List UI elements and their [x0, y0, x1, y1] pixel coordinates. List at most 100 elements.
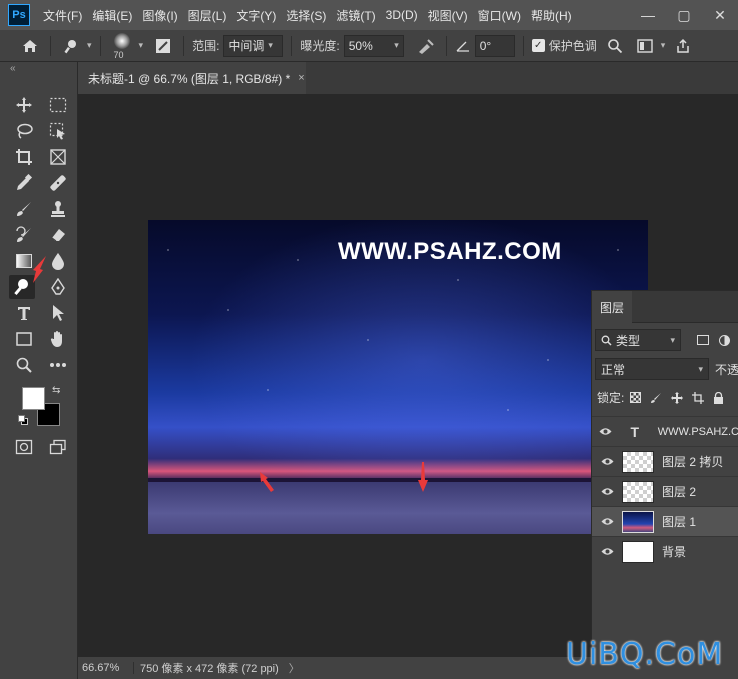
history-brush-tool-icon[interactable] [11, 223, 37, 247]
layer-row-selected[interactable]: 图层 1 [592, 506, 738, 536]
lasso-tool-icon[interactable] [11, 119, 37, 143]
range-value: 中间调 [228, 39, 265, 53]
divider [99, 35, 101, 56]
document-tab[interactable]: 未标题-1 @ 66.7% (图层 1, RGB/8#) * × [78, 62, 306, 94]
maximize-button[interactable]: ▢ [666, 0, 702, 30]
layer-row[interactable]: 图层 2 拷贝 [592, 446, 738, 476]
menu-filter[interactable]: 滤镜(T) [331, 7, 380, 24]
lock-label: 锁定: [597, 391, 625, 405]
default-colors-icon[interactable] [18, 415, 28, 425]
menu-help[interactable]: 帮助(H) [526, 7, 577, 24]
chevron-right-icon[interactable]: 〉 [289, 660, 300, 676]
layer-thumbnail [622, 450, 654, 473]
blend-mode-select[interactable]: 正常 ▾ [595, 358, 709, 380]
layer-name: 背景 [662, 545, 687, 559]
lock-pixels-icon[interactable] [650, 392, 662, 404]
menu-window[interactable]: 窗口(W) [473, 7, 526, 24]
layer-row[interactable]: 图层 2 [592, 476, 738, 506]
more-tools-icon[interactable] [45, 353, 71, 377]
filter-image-icon[interactable] [697, 335, 709, 345]
type-tool-icon[interactable] [11, 301, 37, 325]
lock-row: 锁定: [592, 389, 738, 406]
menu-view[interactable]: 视图(V) [423, 7, 473, 24]
visibility-eye-icon[interactable] [592, 547, 622, 556]
divider [445, 35, 447, 56]
menu-select[interactable]: 选择(S) [281, 7, 331, 24]
chevron-down-icon[interactable]: ▾ [87, 40, 92, 51]
close-button[interactable]: ✕ [702, 0, 738, 30]
collapse-toolbar-button[interactable]: « [0, 62, 77, 78]
range-label: 范围: [192, 39, 220, 53]
divider [50, 35, 51, 56]
exposure-label: 曝光度: [300, 39, 340, 53]
menu-edit[interactable]: 编辑(E) [87, 7, 137, 24]
filter-adjustment-icon[interactable] [719, 334, 730, 346]
brush-size-value: 70 [113, 49, 124, 60]
exposure-input[interactable]: 50% ▾ [343, 34, 404, 57]
eraser-tool-icon[interactable] [45, 223, 71, 247]
menu-layer[interactable]: 图层(L) [183, 7, 232, 24]
foreground-color-swatch[interactable] [22, 387, 45, 410]
visibility-eye-icon[interactable] [592, 427, 620, 436]
brush-tool-icon[interactable] [11, 197, 37, 221]
layer-row[interactable]: 背景 [592, 536, 738, 566]
protect-tones-checkbox[interactable]: ✓ [531, 39, 545, 52]
dodge-tool-preset-icon[interactable] [59, 34, 83, 58]
chevron-down-icon[interactable]: ▾ [661, 40, 666, 51]
rectangle-tool-icon[interactable] [11, 327, 37, 351]
marquee-tool-icon[interactable] [45, 93, 71, 117]
visibility-eye-icon[interactable] [592, 487, 622, 496]
airbrush-icon[interactable] [414, 34, 438, 58]
brush-preset-picker[interactable]: 70 [109, 31, 135, 61]
visibility-eye-icon[interactable] [592, 517, 622, 526]
lock-all-icon[interactable] [713, 391, 724, 404]
layer-row-text[interactable]: T WWW.PSAHZ.C [592, 416, 738, 446]
move-tool-icon[interactable] [11, 93, 37, 117]
object-selection-tool-icon[interactable] [45, 119, 71, 143]
zoom-level[interactable]: 66.67% [78, 662, 134, 674]
crop-tool-icon[interactable] [11, 145, 37, 169]
menu-image[interactable]: 图像(I) [137, 7, 182, 24]
layers-panel-tabs: 图层 [592, 291, 738, 323]
minimize-button[interactable]: — [630, 0, 666, 30]
tab-layers[interactable]: 图层 [592, 291, 632, 323]
menu-bar: Ps 文件(F) 编辑(E) 图像(I) 图层(L) 文字(Y) 选择(S) 滤… [0, 0, 738, 30]
healing-brush-tool-icon[interactable] [45, 171, 71, 195]
angle-icon [455, 34, 471, 58]
layers-panel: 图层 类型 ▾ 正常 ▾ 不透 锁定: T WWW.PSAHZ.C 图层 2 拷… [591, 290, 738, 660]
menu-type[interactable]: 文字(Y) [231, 7, 281, 24]
clone-stamp-tool-icon[interactable] [45, 197, 71, 221]
brush-settings-icon[interactable] [151, 34, 175, 58]
eyedropper-tool-icon[interactable] [11, 171, 37, 195]
share-icon[interactable] [671, 34, 695, 58]
workspace-icon[interactable] [633, 34, 657, 58]
angle-input[interactable]: 0° [474, 34, 515, 57]
menu-file[interactable]: 文件(F) [38, 7, 87, 24]
photoshop-logo: Ps [8, 4, 30, 26]
options-bar: ▾ 70 ▾ 范围: 中间调 ▾ 曝光度: 50% ▾ 0° ✓ 保护色调 ▾ [0, 30, 738, 62]
hand-tool-icon[interactable] [45, 327, 71, 351]
protect-tones-label: 保护色调 [548, 39, 597, 53]
search-icon [601, 335, 612, 346]
chevron-down-icon[interactable]: ▾ [139, 40, 144, 51]
path-selection-tool-icon[interactable] [45, 301, 71, 325]
visibility-eye-icon[interactable] [592, 457, 622, 466]
lock-artboard-icon[interactable] [692, 391, 705, 404]
screen-mode-icon[interactable] [45, 435, 71, 459]
frame-tool-icon[interactable] [45, 145, 71, 169]
swap-colors-icon[interactable]: ⇆ [52, 385, 60, 396]
lock-position-icon[interactable] [671, 391, 684, 404]
filter-kind-value: 类型 [616, 333, 641, 348]
search-icon[interactable] [603, 34, 627, 58]
layer-thumbnail [622, 540, 654, 563]
zoom-tool-icon[interactable] [11, 353, 37, 377]
tools-panel: « ⇆ [0, 62, 78, 679]
filter-kind-select[interactable]: 类型 ▾ [595, 329, 681, 351]
range-select[interactable]: 中间调 ▾ [223, 34, 284, 57]
home-icon[interactable] [18, 34, 42, 58]
lock-transparent-icon[interactable] [630, 392, 642, 403]
menu-3d[interactable]: 3D(D) [381, 8, 423, 22]
quick-mask-icon[interactable] [11, 435, 37, 459]
canvas-image[interactable]: WWW.PSAHZ.COM [148, 220, 648, 534]
close-tab-icon[interactable]: × [298, 72, 304, 84]
